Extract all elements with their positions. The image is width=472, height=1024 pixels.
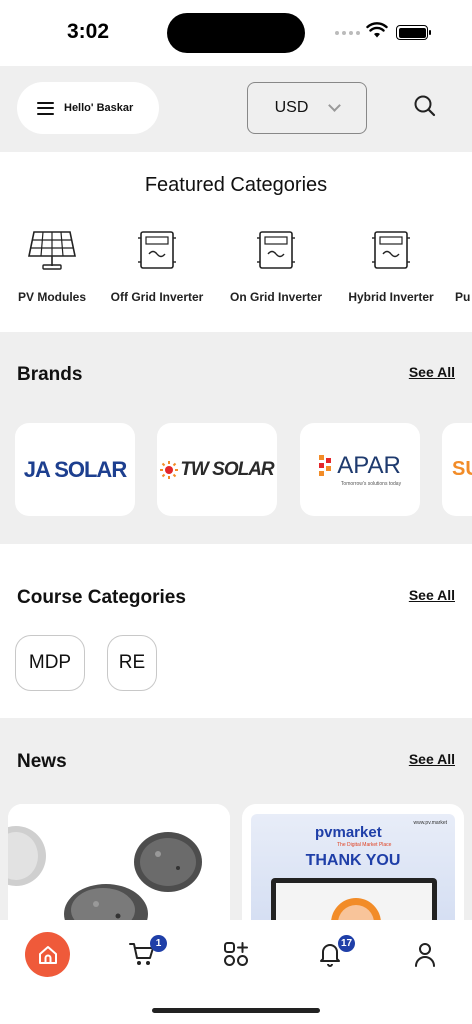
brand-logo-tw-solar: TW SOLAR <box>180 458 274 480</box>
brand-card-apar[interactable]: APAR Tomorrow's solutions today <box>300 423 420 516</box>
news-title: News <box>17 751 67 772</box>
brand-tagline-apar: Tomorrow's solutions today <box>340 481 402 487</box>
category-pumps[interactable]: Pu <box>455 228 472 304</box>
nav-cart-button[interactable]: 1 <box>128 935 167 970</box>
category-label: Hybrid Inverter <box>348 290 434 304</box>
nav-profile-button[interactable] <box>411 938 443 970</box>
category-on-grid-inverter[interactable]: On Grid Inverter <box>216 228 336 304</box>
brand-logo-partial: SU <box>452 458 472 480</box>
cellular-signal-icon <box>335 31 360 35</box>
brands-section: Brands See All JA SOLAR TW SOLAR APAR To… <box>0 332 472 544</box>
category-label: Off Grid Inverter <box>110 290 204 304</box>
hamburger-icon <box>37 101 54 115</box>
nav-home-button[interactable] <box>25 932 70 977</box>
tw-solar-sun-icon <box>160 460 179 479</box>
category-off-grid-inverter[interactable]: Off Grid Inverter <box>97 228 217 304</box>
battery-icon <box>396 25 431 40</box>
category-pv-modules[interactable]: PV Modules <box>0 228 112 304</box>
chevron-down-icon <box>328 99 342 112</box>
currency-select[interactable]: USD <box>247 82 367 134</box>
news-image-granules <box>8 804 230 920</box>
inverter-icon <box>138 231 176 269</box>
pvmarket-logo: pvmarket <box>315 824 382 841</box>
cart-badge: 1 <box>150 935 167 952</box>
brands-see-all-link[interactable]: See All <box>409 364 455 380</box>
solar-panel-icon <box>28 231 76 270</box>
course-categories-title: Course Categories <box>17 587 186 608</box>
brands-title: Brands <box>17 364 83 385</box>
course-chip-mdp[interactable]: MDP <box>15 635 85 691</box>
wifi-icon <box>366 22 388 38</box>
status-time: 3:02 <box>67 20 110 43</box>
brand-card-tw-solar[interactable]: TW SOLAR <box>157 423 277 516</box>
featured-categories-title: Featured Categories <box>144 174 328 196</box>
news-headline: THANK YOU <box>305 852 401 869</box>
profile-icon <box>415 943 435 967</box>
status-bar: 3:02 <box>0 0 472 66</box>
news-see-all-link[interactable]: See All <box>409 751 455 767</box>
category-label: On Grid Inverter <box>229 290 323 304</box>
menu-button[interactable]: Hello' Baskar <box>17 82 159 134</box>
search-icon[interactable] <box>412 93 438 119</box>
news-card[interactable]: www.pv.market pvmarket The Digital Marke… <box>242 804 464 920</box>
home-icon <box>38 945 57 964</box>
categories-icon <box>224 942 248 966</box>
news-section: News See All www.pv.market pvmarket The … <box>0 718 472 920</box>
nav-categories-button[interactable] <box>222 938 254 970</box>
app-header: Hello' Baskar USD <box>0 66 472 152</box>
dynamic-island <box>167 13 305 53</box>
currency-value: USD <box>274 99 309 116</box>
apar-logo-mark <box>319 455 332 476</box>
brand-card-ja-solar[interactable]: JA SOLAR <box>15 423 135 516</box>
laptop-graphic <box>271 878 437 920</box>
category-label: PV Modules <box>17 290 86 304</box>
course-chip-re[interactable]: RE <box>107 635 157 691</box>
pvmarket-tagline: The Digital Market Place <box>337 842 392 848</box>
bottom-navigation: 1 17 <box>0 920 472 1024</box>
category-hybrid-inverter[interactable]: Hybrid Inverter <box>331 228 451 304</box>
nav-notifications-button[interactable]: 17 <box>318 935 355 970</box>
brand-logo-apar: APAR <box>337 452 401 479</box>
inverter-icon <box>257 231 295 269</box>
featured-categories-section: Featured Categories PV Modules Off Grid … <box>0 152 472 332</box>
notification-badge: 17 <box>338 935 355 952</box>
home-indicator <box>152 1008 320 1013</box>
news-card[interactable] <box>8 804 230 920</box>
user-greeting: Hello' Baskar <box>64 102 134 114</box>
category-label: Pu <box>455 290 471 304</box>
inverter-icon <box>372 231 410 269</box>
brand-logo-ja-solar: JA SOLAR <box>23 456 127 482</box>
brand-card-partial[interactable]: SU <box>442 423 472 516</box>
courses-see-all-link[interactable]: See All <box>409 587 455 603</box>
news-url: www.pv.market <box>413 820 447 826</box>
course-categories-section: Course Categories See All MDP RE <box>0 544 472 718</box>
news-image-pvmarket: www.pv.market pvmarket The Digital Marke… <box>251 814 455 920</box>
